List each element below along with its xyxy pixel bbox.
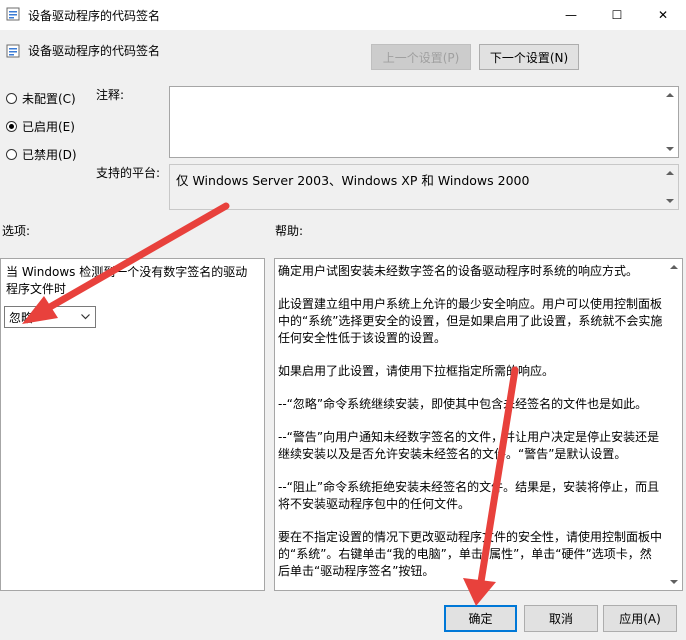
scroll-down-icon[interactable] bbox=[666, 199, 674, 203]
radio-disabled[interactable]: 已禁用(D) bbox=[6, 146, 77, 163]
help-paragraph: 如果启用了此设置，请使用下拉框指定所需的响应。 bbox=[278, 364, 555, 378]
help-paragraph: --“忽略”命令系统继续安装，即使其中包含未经签名的文件也是如此。 bbox=[278, 397, 648, 411]
minimize-button[interactable]: — bbox=[548, 0, 594, 30]
comment-scrollbar[interactable] bbox=[662, 87, 678, 157]
cancel-button[interactable]: 取消 bbox=[524, 605, 598, 632]
radio-circle[interactable] bbox=[6, 93, 17, 104]
policy-icon bbox=[6, 7, 20, 21]
help-scrollbar[interactable] bbox=[666, 259, 682, 590]
radio-label: 已启用(E) bbox=[22, 120, 75, 134]
comment-label: 注释: bbox=[96, 88, 125, 102]
help-paragraph: 确定用户试图安装未经数字签名的设备驱动程序时系统的响应方式。 bbox=[278, 264, 639, 278]
help-paragraph: 要在不指定设置的情况下更改驱动程序文件的安全性，请使用控制面板中的“系统”。右键… bbox=[278, 530, 663, 578]
maximize-button[interactable]: ☐ bbox=[594, 0, 640, 30]
scroll-up-icon[interactable] bbox=[666, 171, 674, 175]
platform-scrollbar[interactable] bbox=[662, 165, 678, 209]
scroll-up-icon[interactable] bbox=[666, 93, 674, 97]
help-text: 确定用户试图安装未经数字签名的设备驱动程序时系统的响应方式。 此设置建立组中用户… bbox=[278, 263, 663, 596]
radio-circle[interactable] bbox=[6, 149, 17, 160]
radio-not-configured[interactable]: 未配置(C) bbox=[6, 90, 76, 107]
options-label: 选项: bbox=[2, 224, 31, 238]
radio-label: 已禁用(D) bbox=[22, 148, 77, 162]
dropdown-value: 忽略 bbox=[9, 311, 34, 325]
setting-title: 设备驱动程序的代码签名 bbox=[28, 44, 161, 58]
scroll-up-icon[interactable] bbox=[670, 265, 678, 269]
close-button[interactable]: ✕ bbox=[640, 0, 686, 30]
comment-textarea[interactable] bbox=[169, 86, 679, 158]
policy-icon bbox=[6, 44, 20, 58]
platform-label: 支持的平台: bbox=[96, 166, 161, 180]
options-description: 当 Windows 检测到一个没有数字签名的驱动程序文件时 bbox=[6, 265, 248, 296]
help-label: 帮助: bbox=[275, 224, 304, 238]
response-dropdown[interactable]: 忽略 bbox=[4, 306, 96, 328]
previous-setting-button[interactable]: 上一个设置(P) bbox=[371, 44, 471, 70]
radio-enabled[interactable]: 已启用(E) bbox=[6, 118, 75, 135]
help-paragraph: --“阻止”命令系统拒绝安装未经签名的文件。结果是，安装将停止，而且将不安装驱动… bbox=[278, 480, 660, 511]
ok-button[interactable]: 确定 bbox=[444, 605, 517, 632]
radio-circle-selected[interactable] bbox=[6, 121, 17, 132]
scroll-down-icon[interactable] bbox=[666, 147, 674, 151]
platform-value: 仅 Windows Server 2003、Windows XP 和 Windo… bbox=[176, 173, 530, 188]
scroll-down-icon[interactable] bbox=[670, 580, 678, 584]
platform-field: 仅 Windows Server 2003、Windows XP 和 Windo… bbox=[169, 164, 679, 210]
chevron-down-icon[interactable] bbox=[81, 314, 90, 320]
apply-button[interactable]: 应用(A) bbox=[603, 605, 677, 632]
window-title: 设备驱动程序的代码签名 bbox=[28, 9, 161, 23]
radio-label: 未配置(C) bbox=[22, 92, 76, 106]
next-setting-button[interactable]: 下一个设置(N) bbox=[479, 44, 579, 70]
help-paragraph: 此设置建立组中用户系统上允许的最少安全响应。用户可以使用控制面板中的“系统”选择… bbox=[278, 297, 663, 345]
help-paragraph: --“警告”向用户通知未经数字签名的文件，并让用户决定是停止安装还是继续安装以及… bbox=[278, 430, 660, 461]
